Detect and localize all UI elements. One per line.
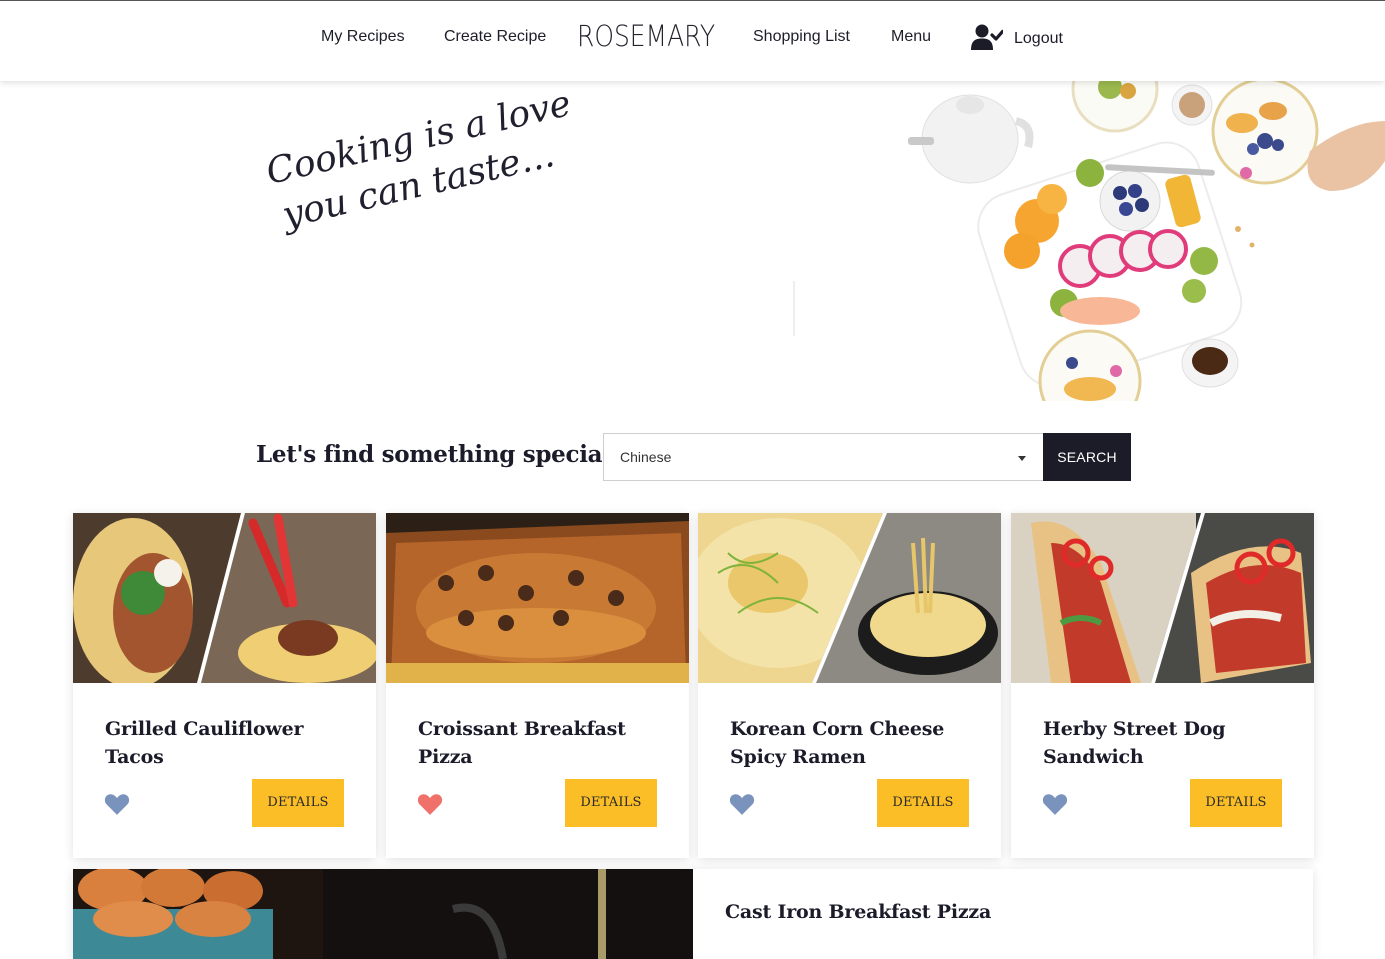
heart-icon[interactable] (729, 792, 755, 816)
details-button[interactable]: DETAILS (252, 779, 344, 827)
nav-create-recipe[interactable]: Create Recipe (444, 28, 546, 46)
nav-shopping-list[interactable]: Shopping List (753, 28, 850, 46)
chevron-down-icon (1018, 456, 1026, 461)
cuisine-select[interactable]: Chinese (603, 433, 1044, 481)
featured-recipe-card: Cast Iron Breakfast Pizza (73, 869, 1313, 959)
recipe-card: Croissant Breakfast Pizza DETAILS (386, 513, 689, 858)
recipe-image (386, 513, 689, 683)
user-check-icon[interactable] (971, 24, 1003, 50)
recipe-card: Herby Street Dog Sandwich DETAILS (1011, 513, 1314, 858)
heart-icon[interactable] (417, 792, 443, 816)
featured-recipe-image (73, 869, 693, 959)
recipe-image (1011, 513, 1314, 683)
food-platter-image (793, 81, 1385, 401)
featured-recipe-title: Cast Iron Breakfast Pizza (725, 901, 992, 923)
nav-menu[interactable]: Menu (891, 28, 931, 46)
nav-my-recipes[interactable]: My Recipes (321, 28, 405, 46)
heart-icon[interactable] (104, 792, 130, 816)
hero-banner: Cooking is a love you can taste... (0, 81, 1385, 401)
recipe-title: Herby Street Dog Sandwich (1043, 718, 1226, 768)
recipe-title: Korean Corn Cheese Spicy Ramen (730, 718, 945, 768)
recipe-image (698, 513, 1001, 683)
recipe-card: Korean Corn Cheese Spicy Ramen DETAILS (698, 513, 1001, 858)
logout-link[interactable]: Logout (1014, 30, 1063, 48)
details-button[interactable]: DETAILS (565, 779, 657, 827)
top-navigation-bar: My Recipes Create Recipe ROSEMARY Shoppi… (0, 0, 1385, 81)
recipe-image (73, 513, 376, 683)
search-button[interactable]: SEARCH (1043, 433, 1131, 481)
recipe-title: Grilled Cauliflower Tacos (105, 718, 304, 768)
search-heading: Let's find something special (256, 441, 611, 468)
details-button[interactable]: DETAILS (1190, 779, 1282, 827)
cuisine-select-value: Chinese (620, 449, 672, 465)
details-button[interactable]: DETAILS (877, 779, 969, 827)
brand-logo[interactable]: ROSEMARY (577, 19, 715, 53)
recipe-card: Grilled Cauliflower Tacos DETAILS (73, 513, 376, 858)
recipe-title: Croissant Breakfast Pizza (418, 718, 626, 768)
hero-tagline: Cooking is a love you can taste... (262, 81, 586, 241)
heart-icon[interactable] (1042, 792, 1068, 816)
